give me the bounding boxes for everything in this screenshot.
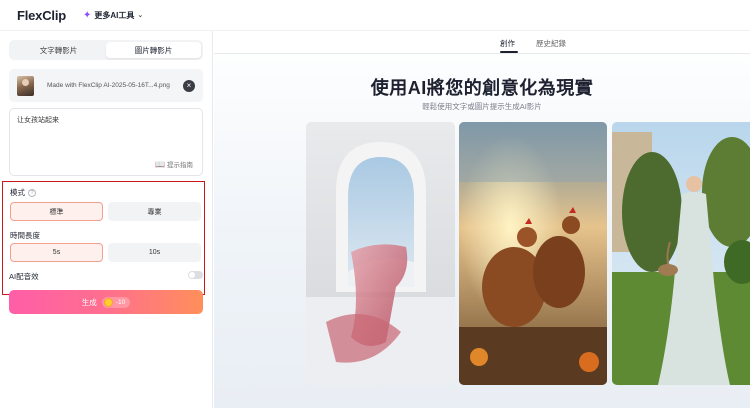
chevron-down-icon: ⌄ — [137, 12, 144, 19]
example-image-chair — [306, 122, 455, 385]
top-bar: FlexClip ✦ 更多AI工具 ⌄ — [0, 0, 750, 31]
credit-cost: -10 — [115, 298, 126, 306]
ai-audio-label: AI配音效 — [9, 271, 39, 281]
logo-text: FlexClip — [17, 7, 66, 23]
example-image-woman — [612, 122, 750, 385]
file-name: Made with FlexClip AI-2025-05-16T...4.pn… — [47, 82, 170, 89]
credit-cost-badge: -10 — [101, 296, 131, 308]
mode-label-text: 模式 — [10, 188, 25, 197]
flexclip-logo[interactable]: FlexClip — [17, 8, 66, 23]
hero-subtitle: 輕鬆使用文字或圖片提示生成AI影片 — [422, 102, 542, 111]
tab-create[interactable]: 創作 — [500, 38, 515, 49]
duration-label: 時間長度 — [10, 230, 40, 241]
more-ai-tools-label: 更多AI工具 — [94, 10, 135, 20]
hero-title: 使用AI將您的創意化為現實 — [370, 78, 594, 98]
main-panel: 創作 歷史紀錄 使用AI將您的創意化為現實 輕鬆使用文字或圖片提示生成AI影片 — [214, 31, 750, 408]
generate-label: 生成 — [81, 297, 97, 307]
more-ai-tools-menu[interactable]: ✦ 更多AI工具 ⌄ — [83, 10, 143, 21]
example-image-chickens — [459, 122, 607, 385]
mode-label: 模式 ? — [10, 187, 36, 198]
book-icon: 📖 — [155, 159, 165, 169]
duration-option-10s[interactable]: 10s — [108, 243, 201, 262]
ai-audio-row: AI配音效 — [9, 270, 203, 282]
mode-tabs: 文字轉影片 圖片轉影片 — [9, 40, 203, 60]
prompt-textarea[interactable]: 让女孩站起来 📖 提示指南 — [9, 108, 203, 176]
prompt-guide-label: 提示指南 — [167, 162, 193, 169]
uploaded-file-card: Made with FlexClip AI-2025-05-16T...4.pn… — [9, 69, 203, 102]
mode-option-standard[interactable]: 標準 — [10, 202, 103, 221]
tab-image-to-video[interactable]: 圖片轉影片 — [106, 42, 201, 58]
help-icon[interactable]: ? — [28, 188, 36, 197]
tab-history[interactable]: 歷史紀錄 — [536, 38, 566, 49]
generate-button[interactable]: 生成 -10 — [9, 290, 203, 314]
duration-option-5s[interactable]: 5s — [10, 243, 103, 262]
tab-text-to-video[interactable]: 文字轉影片 — [11, 42, 106, 58]
duration-label-text: 時間長度 — [10, 231, 40, 240]
coin-icon — [103, 297, 113, 307]
prompt-guide-link[interactable]: 📖 提示指南 — [155, 159, 193, 170]
close-icon[interactable]: × — [183, 79, 195, 92]
prompt-text: 让女孩站起来 — [17, 117, 59, 124]
left-panel: 文字轉影片 圖片轉影片 Made with FlexClip AI-2025-0… — [0, 31, 213, 408]
sparkle-icon: ✦ — [82, 9, 92, 21]
ai-audio-toggle[interactable] — [188, 271, 203, 279]
file-thumbnail — [17, 75, 34, 96]
active-tab-indicator — [500, 51, 518, 53]
result-tabs: 創作 歷史紀錄 — [214, 31, 750, 54]
mode-option-pro[interactable]: 專業 — [108, 202, 201, 221]
